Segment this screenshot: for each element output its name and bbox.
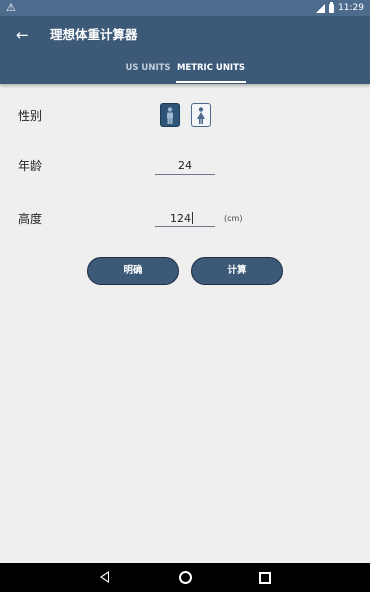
age-input[interactable]: 24 <box>155 158 215 175</box>
female-button[interactable] <box>191 103 211 127</box>
signal-icon <box>315 3 326 13</box>
male-button[interactable] <box>160 103 180 127</box>
tab-us-units[interactable]: US UNITS <box>118 62 178 74</box>
height-label: 高度 <box>18 212 43 226</box>
app-bar: ← 理想体重计算器 US UNITS METRIC UNITS <box>0 16 370 84</box>
nav-back-icon[interactable] <box>100 571 109 583</box>
navigation-bar <box>0 563 370 592</box>
warning-icon: ⚠ <box>6 1 16 14</box>
nav-recents-icon[interactable] <box>259 572 271 584</box>
height-value: 124 <box>170 212 191 225</box>
male-icon <box>167 107 173 124</box>
status-bar: ⚠ 11:29 <box>0 0 370 16</box>
female-icon <box>197 107 205 124</box>
back-arrow-icon[interactable]: ← <box>16 24 29 46</box>
page-title: 理想体重计算器 <box>50 27 138 42</box>
gender-label: 性别 <box>18 109 43 123</box>
age-label: 年龄 <box>18 159 43 173</box>
battery-icon <box>329 1 335 13</box>
nav-home-icon[interactable] <box>179 571 192 584</box>
height-unit: (cm) <box>224 214 243 223</box>
tab-metric-units[interactable]: METRIC UNITS <box>176 62 246 74</box>
calculate-button[interactable]: 计算 <box>191 257 283 285</box>
tab-indicator <box>176 81 246 83</box>
clear-button[interactable]: 明确 <box>87 257 179 285</box>
status-time: 11:29 <box>338 3 364 13</box>
height-input[interactable]: 124 <box>155 211 215 227</box>
text-cursor <box>192 212 193 224</box>
